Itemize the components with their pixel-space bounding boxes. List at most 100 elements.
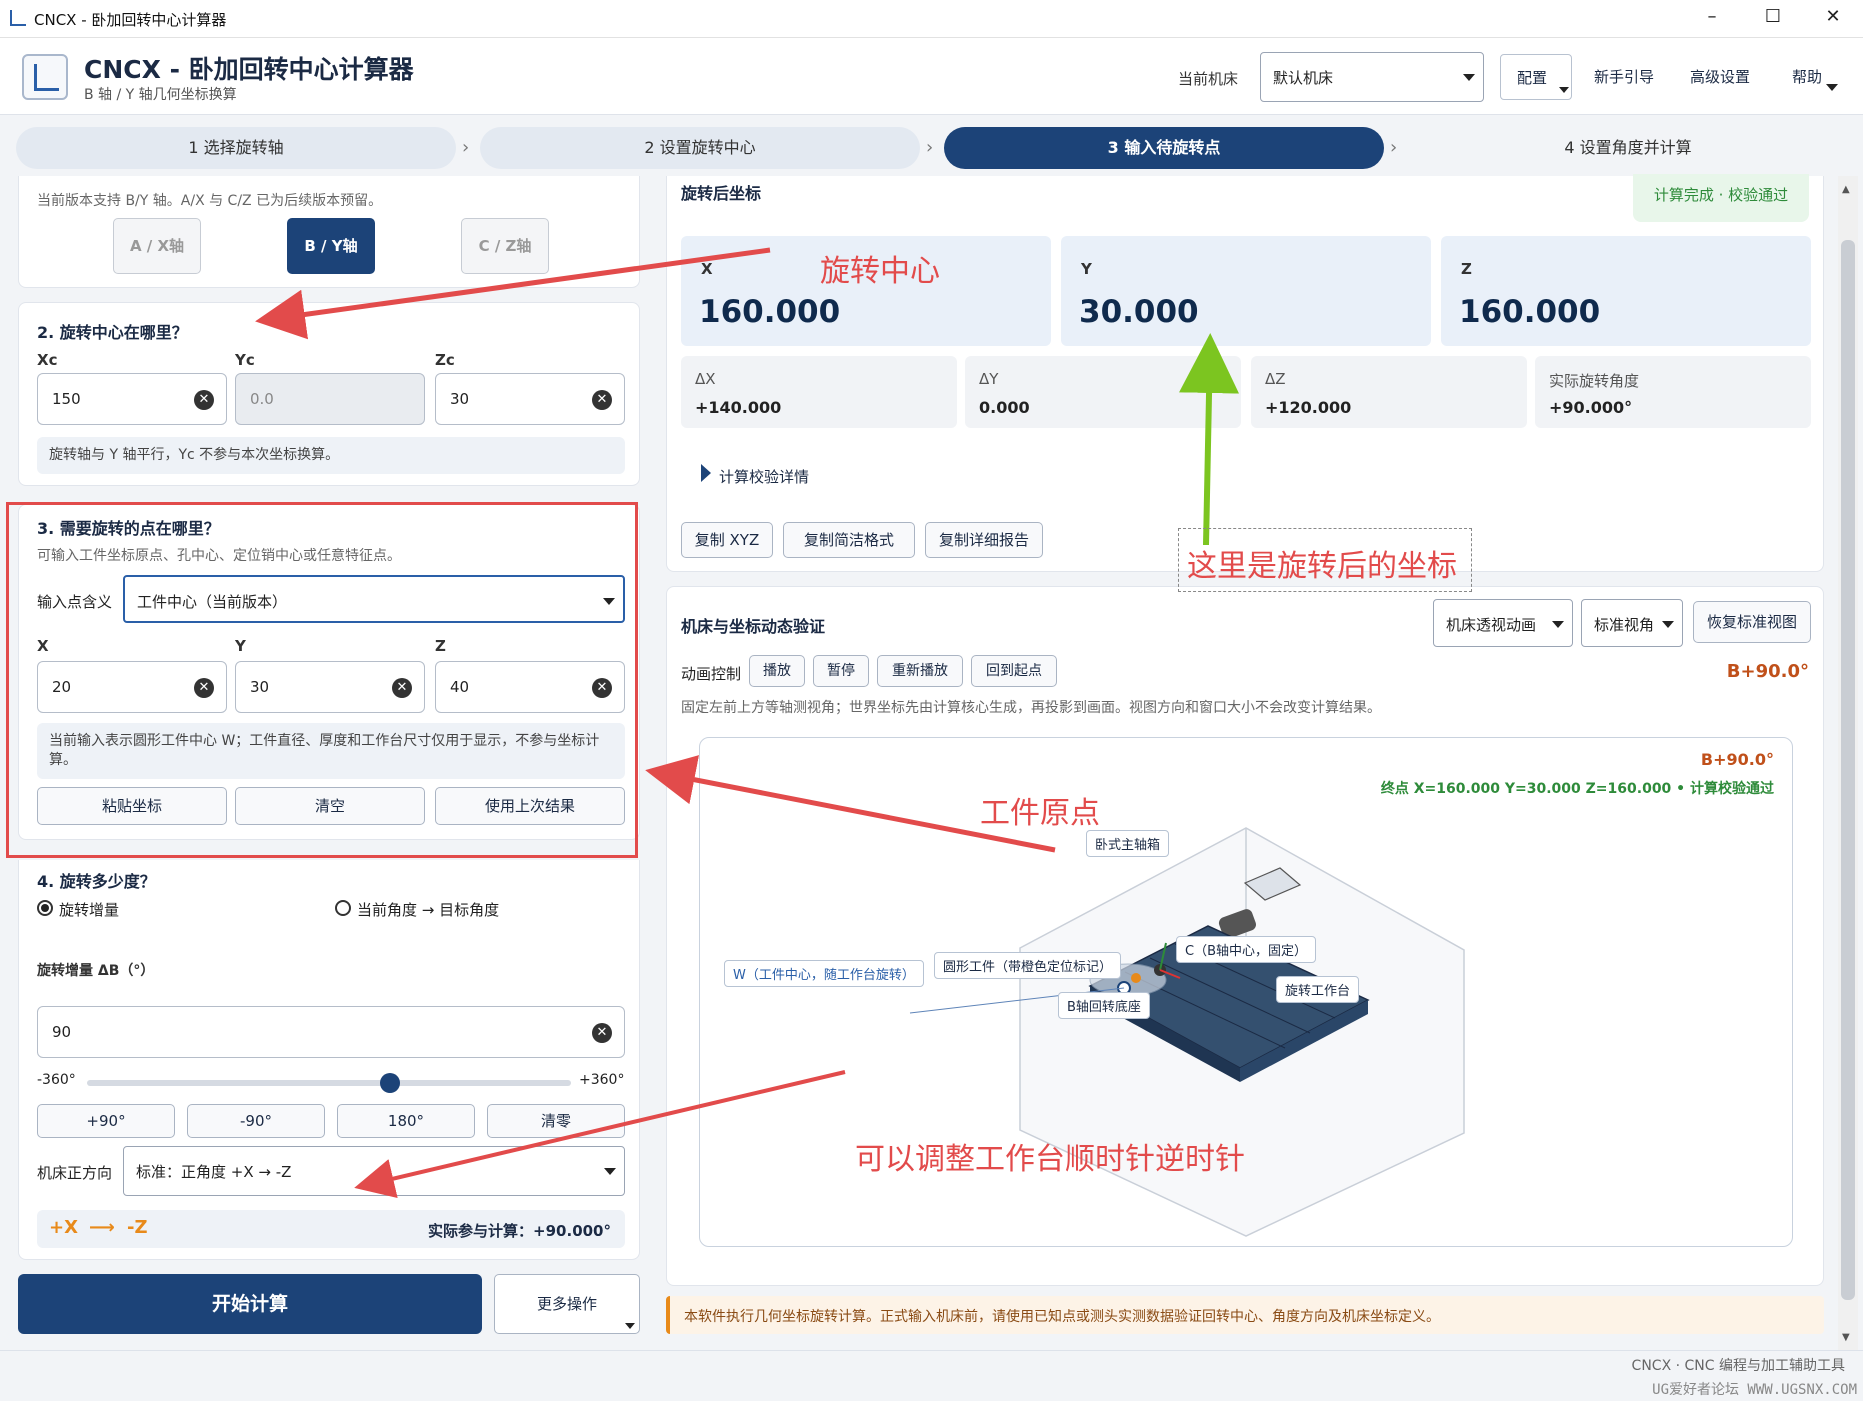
actual-rotation-value: +90.000° — [1549, 398, 1633, 417]
advanced-link[interactable]: 高级设置 — [1690, 66, 1750, 87]
angle-view-select[interactable]: 标准视角 — [1581, 599, 1683, 647]
delta-value: 90 — [52, 1023, 72, 1041]
delta-x: ΔX +140.000 — [681, 356, 957, 428]
radio-target[interactable] — [335, 900, 351, 916]
to-start-button[interactable]: 回到起点 — [971, 655, 1057, 687]
workpiece-label: 圆形工件（带橙色定位标记） — [934, 952, 1122, 979]
yc-value: 0.0 — [250, 390, 274, 408]
scroll-down-icon[interactable]: ▼ — [1842, 1332, 1850, 1343]
dir-to: -Z — [127, 1217, 148, 1238]
step-1[interactable]: 1 选择旋转轴 — [16, 127, 456, 169]
app-title: CNCX - 卧加回转中心计算器 — [84, 55, 414, 84]
help-link[interactable]: 帮助 — [1792, 66, 1822, 87]
result-x-value: 160.000 — [699, 294, 841, 330]
warning-banner: 本软件执行几何坐标旋转计算。正式输入机床前，请使用已知点或测头实测数据验证回转中… — [666, 1296, 1824, 1334]
delta-x-label: ΔX — [695, 370, 716, 388]
scroll-thumb[interactable] — [1841, 240, 1855, 1300]
c-label: C（B轴中心，固定） — [1176, 936, 1316, 963]
view-mode-select[interactable]: 机床透视动画 — [1433, 599, 1573, 647]
help-chevron-icon — [1826, 84, 1838, 91]
clear-icon[interactable]: ✕ — [592, 1023, 612, 1043]
dir-value: 标准：正角度 +X → -Z — [136, 1163, 292, 1181]
step-4[interactable]: 4 设置角度并计算 — [1408, 127, 1848, 169]
base-label: B轴回转底座 — [1058, 992, 1150, 1019]
minus90-button[interactable]: -90° — [187, 1104, 325, 1138]
xc-input[interactable]: 150 ✕ — [37, 373, 227, 425]
app-logo-icon — [22, 54, 68, 100]
result-z: Z 160.000 — [1441, 236, 1811, 346]
orange-marker-shape — [1131, 973, 1141, 983]
anim-label: 动画控制 — [681, 665, 742, 683]
result-x-label: X — [701, 260, 713, 278]
dir-from: +X — [49, 1217, 78, 1238]
plus90-button[interactable]: +90° — [37, 1104, 175, 1138]
zc-input[interactable]: 30 ✕ — [435, 373, 625, 425]
chevron-down-icon — [1662, 621, 1674, 628]
machine-select[interactable]: 默认机床 — [1260, 52, 1484, 102]
expand-triangle-icon[interactable] — [701, 464, 711, 482]
delta-z: ΔZ +120.000 — [1251, 356, 1527, 428]
angle-card: 4. 旋转多少度？ 旋转增量 当前角度 → 目标角度 旋转增量 ΔB（°） 90… — [18, 860, 640, 1260]
scroll-up-icon[interactable]: ▲ — [1842, 184, 1850, 195]
pause-button[interactable]: 暂停 — [813, 655, 869, 687]
result-title: 旋转后坐标 — [681, 184, 762, 203]
details-toggle[interactable]: 计算校验详情 — [719, 466, 809, 487]
reset-angle-button[interactable]: 清零 — [487, 1104, 625, 1138]
minimize-button[interactable]: – — [1692, 6, 1732, 27]
slider-handle[interactable] — [379, 1073, 400, 1093]
close-button[interactable]: ✕ — [1813, 6, 1853, 27]
maximize-button[interactable]: ☐ — [1753, 6, 1793, 27]
more-actions-label: 更多操作 — [536, 1295, 597, 1313]
replay-button[interactable]: 重新播放 — [877, 655, 963, 687]
title-bar: CNCX - 卧加回转中心计算器 – ☐ ✕ — [0, 0, 1863, 38]
delta-y-label: ΔY — [979, 370, 999, 388]
copy-brief-button[interactable]: 复制简洁格式 — [783, 522, 915, 558]
chevron-right-icon: › — [926, 137, 934, 158]
slider-max: +360° — [579, 1072, 625, 1088]
result-z-label: Z — [1461, 260, 1472, 278]
zc-label: Zc — [435, 351, 455, 369]
result-z-value: 160.000 — [1459, 294, 1601, 330]
chevron-down-icon — [1559, 87, 1569, 93]
radio-increment-label: 旋转增量 — [59, 901, 120, 919]
chevron-down-icon — [625, 1323, 635, 1329]
dir-select[interactable]: 标准：正角度 +X → -Z — [123, 1146, 625, 1196]
annotation-rotation-center: 旋转中心 — [820, 254, 940, 289]
radio-target-label: 当前角度 → 目标角度 — [357, 901, 500, 919]
dir-arrow-icon: ⟶ — [89, 1217, 115, 1238]
angle-slider[interactable] — [87, 1073, 571, 1093]
clear-icon[interactable]: ✕ — [194, 390, 214, 410]
clear-icon[interactable]: ✕ — [592, 390, 612, 410]
reset-view-button[interactable]: 恢复标准视图 — [1693, 601, 1811, 643]
more-actions-button[interactable]: 更多操作 — [494, 1274, 640, 1334]
play-button[interactable]: 播放 — [749, 655, 805, 687]
window-title: CNCX - 卧加回转中心计算器 — [34, 11, 227, 29]
guide-link[interactable]: 新手引导 — [1594, 66, 1654, 87]
step-2[interactable]: 2 设置旋转中心 — [480, 127, 920, 169]
copy-xyz-button[interactable]: 复制 XYZ — [681, 522, 773, 558]
axis-a-button[interactable]: A / X轴 — [113, 218, 201, 274]
radio-increment[interactable] — [37, 900, 53, 916]
angle-title: 4. 旋转多少度？ — [37, 872, 156, 891]
direction-summary: +X ⟶ -Z 实际参与计算：+90.000° — [37, 1210, 625, 1248]
chevron-down-icon — [604, 1168, 616, 1175]
delta-z-value: +120.000 — [1265, 398, 1352, 417]
copy-report-button[interactable]: 复制详细报告 — [925, 522, 1043, 558]
result-y-value: 30.000 — [1079, 294, 1199, 330]
start-calculation-button[interactable]: 开始计算 — [18, 1274, 482, 1334]
machine-value: 默认机床 — [1273, 69, 1334, 87]
chevron-right-icon: › — [462, 137, 470, 158]
axis-c-button[interactable]: C / Z轴 — [461, 218, 549, 274]
b-angle-value: B+90.0° — [1726, 661, 1809, 682]
status-badge: 计算完成 · 校验通过 — [1633, 174, 1809, 222]
step-3[interactable]: 3 输入待旋转点 — [944, 127, 1384, 169]
delta-input[interactable]: 90 ✕ — [37, 1006, 625, 1058]
footer: CNCX · CNC 编程与加工辅助工具 UG爱好者论坛 WWW.UGSNX.C… — [0, 1350, 1863, 1401]
config-button[interactable]: 配置 — [1500, 54, 1572, 100]
xc-value: 150 — [52, 390, 81, 408]
vertical-scrollbar[interactable]: ▲ ▼ — [1838, 176, 1858, 1350]
annotation-result-coord: 这里是旋转后的坐标 — [1187, 549, 1457, 584]
deg180-button[interactable]: 180° — [337, 1104, 475, 1138]
annotation-highlight-box — [6, 502, 638, 858]
axis-b-button[interactable]: B / Y轴 — [287, 218, 375, 274]
